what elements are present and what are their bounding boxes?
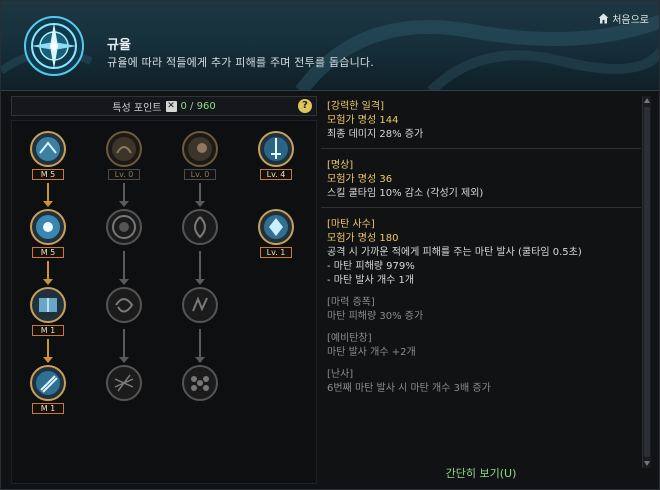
trait-level-badge: Lv. 4 bbox=[260, 169, 292, 180]
trait-detail-title: [강력한 일격] bbox=[327, 101, 384, 112]
trait-node-discipline-1[interactable] bbox=[30, 131, 66, 167]
arrow-down-icon bbox=[43, 339, 53, 363]
scroll-down-icon[interactable] bbox=[643, 459, 651, 468]
trait-detail-line: - 마탄 발사 개수 1개 bbox=[327, 275, 415, 286]
header: 규율 규율에 따라 적들에게 추가 피해를 주며 전투를 돕습니다. 처음으로 bbox=[1, 1, 659, 91]
home-label: 처음으로 bbox=[612, 15, 649, 26]
sub-trait-title: [예비탄창] bbox=[327, 333, 372, 344]
arrow-down-icon bbox=[119, 329, 129, 363]
trait-tree-panel: 특성 포인트 ✕ 0 / 960 ? M 5 M 5 M 1 M 1 Lv. 0… bbox=[11, 96, 317, 484]
arrow-down-icon bbox=[195, 183, 205, 207]
trait-node-col4-2[interactable] bbox=[258, 209, 294, 245]
spiral-icon bbox=[182, 209, 218, 245]
book-icon bbox=[30, 287, 66, 323]
trait-detail-magic-bullet: [마탄 사수] 모험가 명성 180 공격 시 가까운 적에게 피해를 주는 마… bbox=[321, 208, 641, 402]
scrollbar-thumb[interactable] bbox=[644, 107, 650, 457]
trait-detail-desc: 최종 데미지 28% 증가 bbox=[327, 129, 424, 140]
trait-node-discipline-3[interactable] bbox=[30, 287, 66, 323]
arrow-down-icon bbox=[43, 261, 53, 285]
arrow-down-icon bbox=[119, 183, 129, 207]
bolt-icon bbox=[30, 365, 66, 401]
trait-node-col2-3[interactable] bbox=[106, 287, 142, 323]
sword-icon bbox=[258, 131, 294, 167]
trait-level-badge: Lv. 0 bbox=[184, 169, 216, 180]
trait-points-bar: 특성 포인트 ✕ 0 / 960 ? bbox=[11, 96, 317, 116]
sub-trait-reserve-magazine: [예비탄창] 마탄 발사 개수 +2개 bbox=[327, 332, 635, 360]
scatter-icon bbox=[106, 365, 142, 401]
claw-icon bbox=[106, 131, 142, 167]
trait-level-badge: M 1 bbox=[32, 403, 64, 414]
trait-node-col3-1[interactable] bbox=[182, 131, 218, 167]
sub-trait-title: [난사] bbox=[327, 369, 354, 380]
header-decoration bbox=[1, 14, 659, 90]
trait-detail-strong-strike: [강력한 일격] 모험가 명성 144 최종 데미지 28% 증가 bbox=[321, 96, 641, 149]
trait-node-col3-3[interactable] bbox=[182, 287, 218, 323]
home-icon bbox=[598, 13, 609, 24]
trait-detail-panel: [강력한 일격] 모험가 명성 144 최종 데미지 28% 증가 [명상] 모… bbox=[321, 96, 651, 484]
trait-tree: M 5 M 5 M 1 M 1 Lv. 0 Lv. 0 Lv. 4 Lv. 1 bbox=[11, 120, 317, 484]
swirl-icon bbox=[106, 287, 142, 323]
crystal-icon bbox=[258, 209, 294, 245]
arrow-down-icon bbox=[195, 329, 205, 363]
sub-trait-title: [마력 증폭] bbox=[327, 297, 375, 308]
trait-node-col3-2[interactable] bbox=[182, 209, 218, 245]
arrow-down-icon bbox=[119, 251, 129, 285]
trait-detail-fame: 모험가 명성 180 bbox=[327, 233, 399, 244]
sub-trait-rapid-fire: [난사] 6번째 마탄 발사 시 마탄 개수 3배 증가 bbox=[327, 368, 635, 396]
trait-node-col2-1[interactable] bbox=[106, 131, 142, 167]
page-title: 규율 bbox=[107, 38, 131, 53]
flame-icon bbox=[182, 131, 218, 167]
compass-icon bbox=[24, 16, 84, 76]
trait-detail-line: - 마탄 피해량 979% bbox=[327, 261, 415, 272]
trait-node-discipline-2[interactable] bbox=[30, 209, 66, 245]
shatter-icon bbox=[30, 131, 66, 167]
orbs-icon bbox=[182, 365, 218, 401]
trait-detail-title: [명상] bbox=[327, 160, 354, 171]
scrollbar[interactable] bbox=[642, 96, 651, 468]
trait-level-badge: Lv. 1 bbox=[260, 247, 292, 258]
trait-level-badge: M 5 bbox=[32, 169, 64, 180]
close-icon: ✕ bbox=[165, 100, 177, 112]
trait-detail-desc: 스킬 쿨타임 10% 감소 (각성기 제외) bbox=[327, 188, 484, 199]
sub-trait-amplify: [마력 증폭] 마탄 피해량 30% 증가 bbox=[327, 296, 635, 324]
trait-points-label: 특성 포인트 bbox=[112, 102, 162, 114]
trait-level-badge: M 1 bbox=[32, 325, 64, 336]
trait-detail-meditation: [명상] 모험가 명성 36 스킬 쿨타임 10% 감소 (각성기 제외) bbox=[321, 149, 641, 208]
trait-detail-title: [마탄 사수] bbox=[327, 219, 375, 230]
scroll-up-icon[interactable] bbox=[643, 96, 651, 105]
trait-detail-list: [강력한 일격] 모험가 명성 144 최종 데미지 28% 증가 [명상] 모… bbox=[321, 96, 641, 460]
trait-node-col3-4[interactable] bbox=[182, 365, 218, 401]
home-button[interactable]: 처음으로 bbox=[598, 11, 649, 26]
trait-window: 규율 규율에 따라 적들에게 추가 피해를 주며 전투를 돕습니다. 처음으로 … bbox=[0, 0, 660, 490]
vortex-icon bbox=[106, 209, 142, 245]
help-button[interactable]: ? bbox=[298, 99, 312, 113]
trait-level-badge: Lv. 0 bbox=[108, 169, 140, 180]
page-description: 규율에 따라 적들에게 추가 피해를 주며 전투를 돕습니다. bbox=[107, 56, 374, 69]
arrow-down-icon bbox=[43, 183, 53, 207]
trait-level-badge: M 5 bbox=[32, 247, 64, 258]
trait-detail-desc: 공격 시 가까운 적에게 피해를 주는 마탄 발사 (쿨타임 0.5초) bbox=[327, 247, 582, 258]
trait-detail-fame: 모험가 명성 36 bbox=[327, 174, 393, 185]
sub-trait-desc: 마탄 피해량 30% 증가 bbox=[327, 311, 424, 322]
simple-view-button[interactable]: 간단히 보기(U) bbox=[321, 464, 641, 484]
shards-icon bbox=[182, 287, 218, 323]
burst-icon bbox=[30, 209, 66, 245]
sub-trait-desc: 마탄 발사 개수 +2개 bbox=[327, 347, 416, 358]
trait-node-col4-1[interactable] bbox=[258, 131, 294, 167]
sub-trait-desc: 6번째 마탄 발사 시 마탄 개수 3배 증가 bbox=[327, 383, 491, 394]
trait-points-value: 0 / 960 bbox=[180, 100, 216, 112]
trait-node-discipline-4[interactable] bbox=[30, 365, 66, 401]
arrow-down-icon bbox=[195, 251, 205, 285]
trait-detail-fame: 모험가 명성 144 bbox=[327, 115, 399, 126]
trait-node-col2-4[interactable] bbox=[106, 365, 142, 401]
trait-node-col2-2[interactable] bbox=[106, 209, 142, 245]
